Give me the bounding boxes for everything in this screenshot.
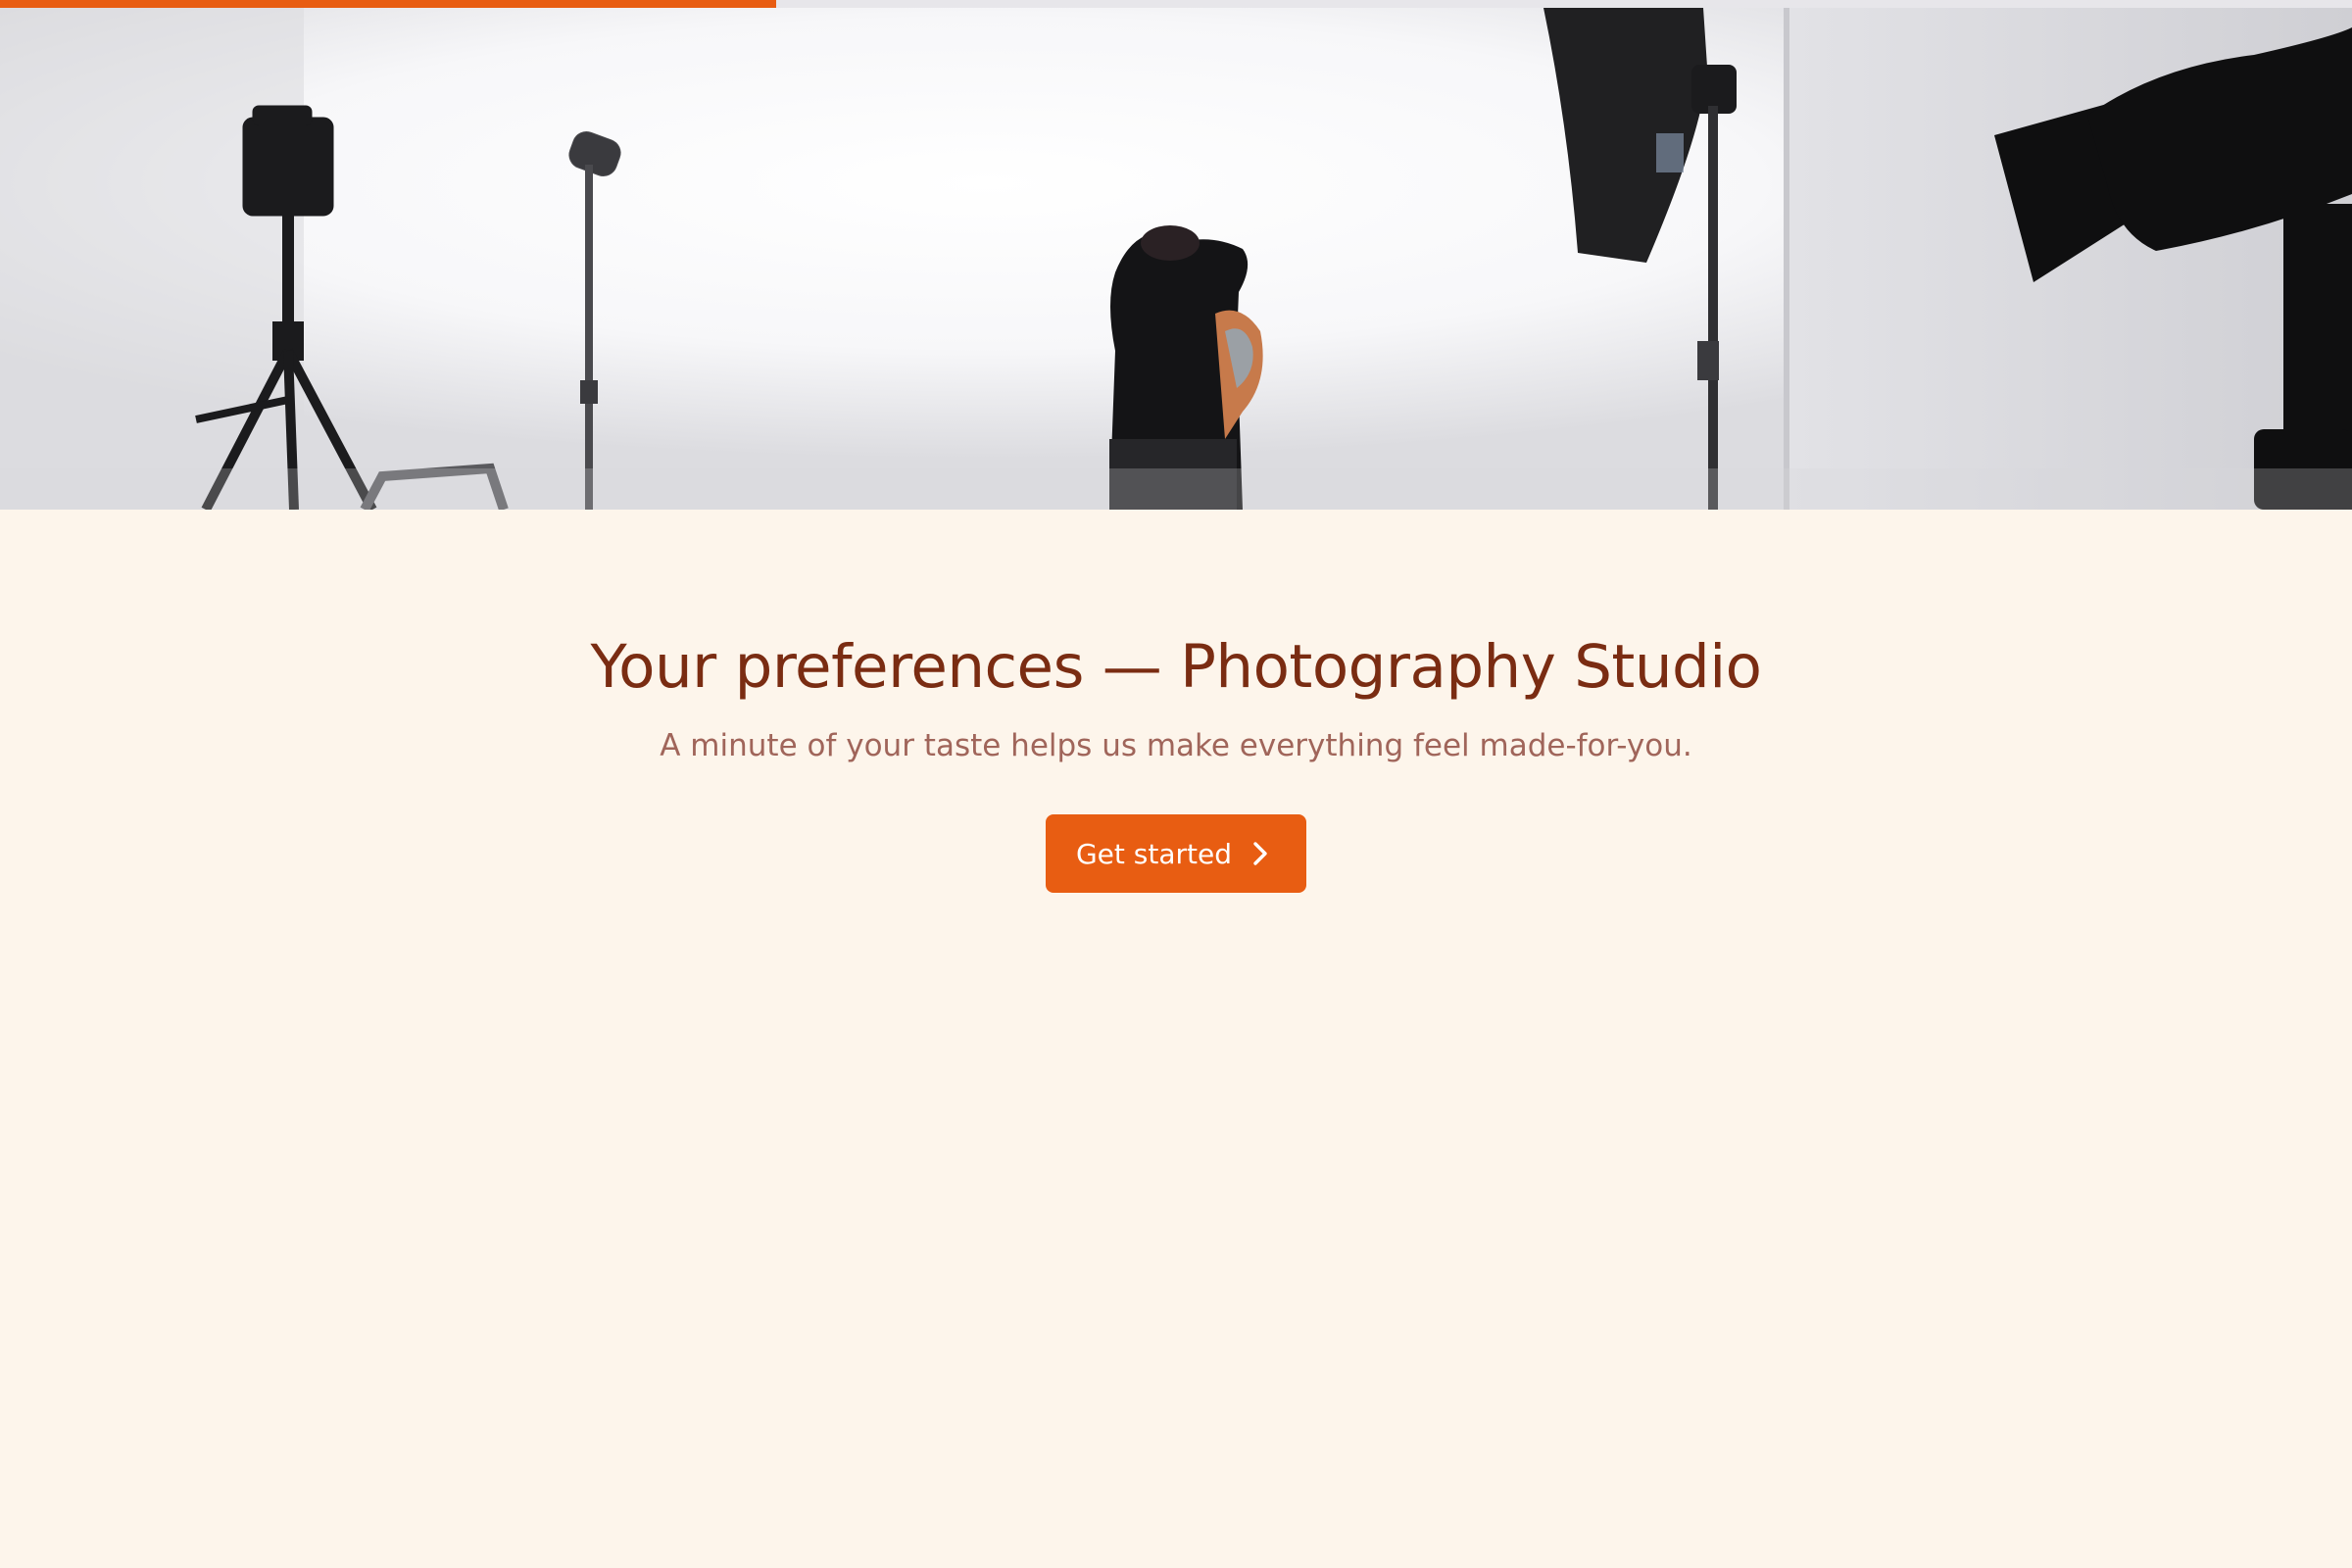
get-started-button[interactable]: Get started: [1045, 814, 1307, 894]
page-title: Your preferences — Photography Studio: [590, 632, 1762, 702]
chevron-right-icon: [1250, 839, 1271, 868]
hero-image: [0, 8, 2352, 510]
page-subtitle: A minute of your taste helps us make eve…: [660, 728, 1692, 764]
progress-bar: [0, 0, 2352, 8]
get-started-label: Get started: [1075, 837, 1233, 870]
progress-bar-fill: [0, 0, 776, 8]
main-content: Your preferences — Photography Studio A …: [0, 510, 2352, 894]
